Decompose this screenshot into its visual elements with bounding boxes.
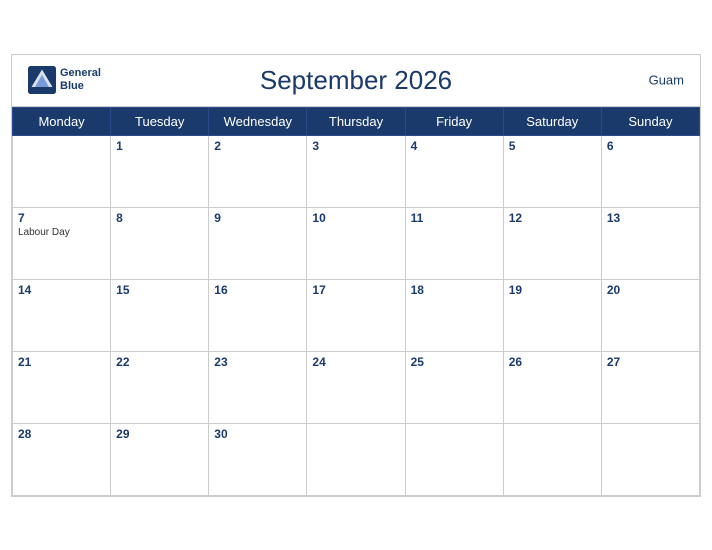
calendar-cell: 16 [209, 279, 307, 351]
calendar-cell: 29 [111, 423, 209, 495]
calendar-cell: 19 [503, 279, 601, 351]
day-number: 1 [116, 139, 203, 153]
day-number: 24 [312, 355, 399, 369]
day-number: 29 [116, 427, 203, 441]
day-number: 12 [509, 211, 596, 225]
day-number: 20 [607, 283, 694, 297]
holiday-label: Labour Day [18, 227, 105, 238]
calendar-cell: 12 [503, 207, 601, 279]
calendar-header: General Blue September 2026 Guam [12, 55, 700, 107]
calendar-cell: 21 [13, 351, 111, 423]
calendar-cell: 13 [601, 207, 699, 279]
weekday-header-thursday: Thursday [307, 107, 405, 135]
weekday-header-saturday: Saturday [503, 107, 601, 135]
day-number: 22 [116, 355, 203, 369]
calendar-cell: 14 [13, 279, 111, 351]
weekday-header-friday: Friday [405, 107, 503, 135]
day-number: 8 [116, 211, 203, 225]
day-number: 9 [214, 211, 301, 225]
week-row-4: 21 22 23 24 25 26 27 [13, 351, 700, 423]
day-number: 11 [411, 211, 498, 225]
day-number: 26 [509, 355, 596, 369]
day-number: 14 [18, 283, 105, 297]
weekday-header-wednesday: Wednesday [209, 107, 307, 135]
week-row-1: 123456 [13, 135, 700, 207]
calendar-cell [13, 135, 111, 207]
calendar: General Blue September 2026 Guam MondayT… [11, 54, 701, 497]
calendar-cell: 24 [307, 351, 405, 423]
calendar-cell: 2 [209, 135, 307, 207]
calendar-cell: 27 [601, 351, 699, 423]
week-row-5: 28 29 30 [13, 423, 700, 495]
day-number: 19 [509, 283, 596, 297]
region-label: Guam [649, 73, 684, 88]
weekday-header-sunday: Sunday [601, 107, 699, 135]
calendar-cell: 28 [13, 423, 111, 495]
weekday-header-row: MondayTuesdayWednesdayThursdayFridaySatu… [13, 107, 700, 135]
day-number: 10 [312, 211, 399, 225]
day-number: 28 [18, 427, 105, 441]
calendar-cell: 15 [111, 279, 209, 351]
day-number: 15 [116, 283, 203, 297]
logo: General Blue [28, 66, 101, 94]
calendar-cell: 23 [209, 351, 307, 423]
day-number: 6 [607, 139, 694, 153]
calendar-cell: 4 [405, 135, 503, 207]
day-number: 25 [411, 355, 498, 369]
calendar-cell: 7 Labour Day [13, 207, 111, 279]
calendar-cell: 30 [209, 423, 307, 495]
calendar-cell: 18 [405, 279, 503, 351]
day-number: 2 [214, 139, 301, 153]
calendar-cell: 1 [111, 135, 209, 207]
calendar-table: MondayTuesdayWednesdayThursdayFridaySatu… [12, 107, 700, 496]
calendar-cell: 20 [601, 279, 699, 351]
week-row-2: 7 Labour Day 89 10 11 12 13 [13, 207, 700, 279]
calendar-cell: 8 [111, 207, 209, 279]
calendar-cell: 5 [503, 135, 601, 207]
calendar-cell: 9 [209, 207, 307, 279]
day-number: 7 [18, 211, 105, 225]
weekday-header-tuesday: Tuesday [111, 107, 209, 135]
day-number: 21 [18, 355, 105, 369]
day-number: 23 [214, 355, 301, 369]
calendar-cell [307, 423, 405, 495]
day-number: 27 [607, 355, 694, 369]
calendar-cell: 25 [405, 351, 503, 423]
day-number: 4 [411, 139, 498, 153]
calendar-cell [503, 423, 601, 495]
day-number: 16 [214, 283, 301, 297]
day-number: 3 [312, 139, 399, 153]
day-number: 17 [312, 283, 399, 297]
day-number: 5 [509, 139, 596, 153]
logo-icon [28, 66, 56, 94]
calendar-cell: 11 [405, 207, 503, 279]
month-title: September 2026 [260, 65, 452, 96]
calendar-cell: 3 [307, 135, 405, 207]
calendar-cell [405, 423, 503, 495]
day-number: 18 [411, 283, 498, 297]
calendar-cell: 6 [601, 135, 699, 207]
day-number: 13 [607, 211, 694, 225]
calendar-cell: 22 [111, 351, 209, 423]
calendar-cell: 26 [503, 351, 601, 423]
logo-text: General Blue [60, 67, 101, 93]
calendar-cell: 10 [307, 207, 405, 279]
weekday-header-monday: Monday [13, 107, 111, 135]
calendar-cell: 17 [307, 279, 405, 351]
week-row-3: 14 15 16 17 18 19 20 [13, 279, 700, 351]
day-number: 30 [214, 427, 301, 441]
calendar-cell [601, 423, 699, 495]
